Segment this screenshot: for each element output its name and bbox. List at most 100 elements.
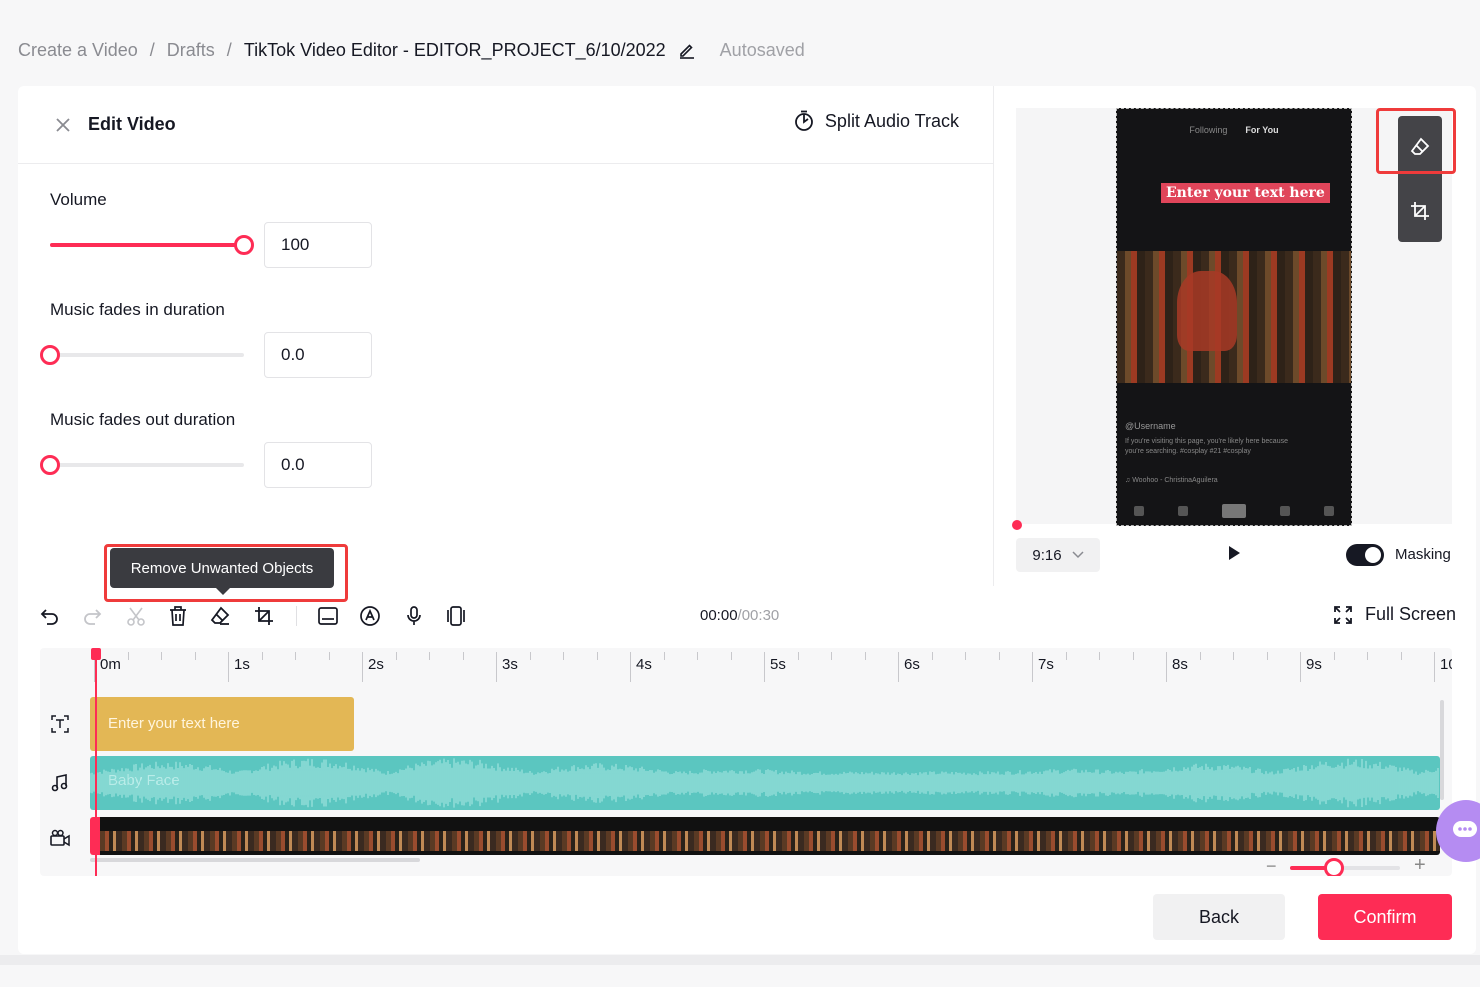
ruler-minor-tick (529, 652, 531, 660)
text-clip[interactable]: Enter your text here (90, 697, 354, 751)
phone-top-tabs: Following For You (1117, 125, 1351, 135)
timeline-zoom: − + (1266, 854, 1436, 876)
audio-clip[interactable]: Baby Face (90, 756, 1440, 810)
full-screen-button[interactable]: Full Screen (1333, 604, 1456, 625)
volume-slider[interactable] (50, 235, 254, 255)
text-overlay[interactable]: Enter your text here (1161, 183, 1330, 203)
crop-button[interactable] (252, 604, 276, 628)
edit-video-panel: Edit Video Split Audio Track Volume 100 … (18, 86, 994, 586)
ruler-tick-label: 4s (636, 656, 652, 673)
redo-button[interactable] (80, 604, 104, 628)
preview-position-marker (1012, 520, 1022, 530)
timeline-ruler[interactable]: 0m 1s 2s 3s 4s 5s 6s 7s 8s 9s 10 (90, 648, 1452, 688)
ruler-tick (1032, 652, 1033, 682)
zoom-slider-knob[interactable] (1324, 858, 1344, 876)
timeline[interactable]: 0m 1s 2s 3s 4s 5s 6s 7s 8s 9s 10 Enter your text h… (40, 648, 1452, 876)
volume-slider-fill (50, 243, 244, 247)
ruler-minor-tick (127, 652, 129, 660)
ruler-minor-tick (563, 652, 564, 660)
close-icon[interactable] (54, 116, 72, 134)
following-tab: Following (1189, 125, 1228, 135)
fade-in-slider[interactable] (40, 345, 244, 365)
ruler-minor-tick (328, 652, 330, 660)
panel-header: Edit Video Split Audio Track (18, 86, 993, 164)
waveform-path (90, 758, 1439, 808)
audio-waveform (90, 758, 1439, 808)
card-bottom-edge (0, 955, 1480, 965)
ruler-minor-tick (697, 652, 698, 660)
split-clip-button[interactable] (124, 604, 148, 628)
crop-tool[interactable] (1398, 184, 1442, 238)
playhead[interactable] (91, 648, 101, 876)
ruler-tick (228, 652, 229, 682)
ruler-minor-tick (1233, 652, 1234, 660)
full-screen-label: Full Screen (1364, 604, 1456, 624)
ruler-minor-tick (261, 652, 263, 660)
autosave-status: Autosaved (719, 39, 805, 60)
video-track-icon (50, 828, 70, 848)
ruler-minor-tick (1065, 652, 1067, 660)
ruler-tick-label: 10 (1440, 656, 1452, 673)
editor-card: Edit Video Split Audio Track Volume 100 … (18, 86, 1476, 954)
zoom-out-button[interactable]: − (1266, 856, 1277, 876)
ruler-minor-tick (1400, 652, 1402, 660)
confirm-button[interactable]: Confirm (1318, 894, 1452, 940)
layers-icon (447, 606, 465, 626)
zoom-in-button[interactable]: + (1414, 854, 1426, 876)
expand-icon (1334, 605, 1352, 624)
ruler-tick (1300, 652, 1301, 682)
ruler-tick-label: 5s (770, 656, 786, 673)
phone-preview[interactable]: Following For You Enter your text here @U… (1116, 108, 1352, 526)
fade-in-slider-knob[interactable] (40, 345, 60, 365)
play-button[interactable] (1226, 544, 1242, 567)
sticker-button[interactable] (358, 604, 382, 628)
aspect-ratio-select[interactable]: 9:16 (1016, 538, 1100, 572)
breadcrumb-drafts[interactable]: Drafts (167, 40, 215, 61)
ruler-minor-tick (462, 652, 464, 660)
inbox-icon (1280, 506, 1290, 516)
ruler-minor-tick (161, 652, 162, 660)
volume-input[interactable]: 100 (264, 222, 372, 268)
discover-icon (1178, 506, 1188, 516)
profile-icon (1324, 506, 1334, 516)
video-clip[interactable] (90, 817, 1440, 855)
fade-out-slider[interactable] (40, 455, 244, 475)
video-frame (1117, 251, 1351, 383)
ruler-tick (496, 652, 497, 682)
delete-button[interactable] (166, 604, 190, 628)
highlight-tooltip (104, 544, 348, 602)
subtitle-button[interactable] (316, 604, 340, 628)
remove-objects-button[interactable] (208, 604, 232, 628)
ruler-minor-tick (194, 652, 196, 660)
timeline-vertical-scrollbar[interactable] (1440, 700, 1444, 800)
ruler-tick-label: 1s (234, 656, 250, 673)
ruler-minor-tick (831, 652, 832, 660)
ruler-tick-label: 2s (368, 656, 384, 673)
breadcrumb-separator: / (226, 39, 232, 60)
ruler-minor-tick (1266, 652, 1268, 660)
pencil-icon[interactable] (678, 41, 696, 59)
zoom-slider[interactable] (1290, 858, 1400, 876)
eraser-icon (210, 606, 230, 625)
volume-slider-knob[interactable] (234, 235, 254, 255)
fade-in-input[interactable]: 0.0 (264, 332, 372, 378)
microphone-icon (407, 606, 421, 625)
ruler-tick-label: 7s (1038, 656, 1054, 673)
fade-out-input[interactable]: 0.0 (264, 442, 372, 488)
toolbar-divider (296, 606, 297, 626)
back-button[interactable]: Back (1153, 894, 1285, 940)
layers-button[interactable] (444, 604, 468, 628)
ruler-minor-tick (1367, 652, 1368, 660)
split-audio-track-button[interactable]: Split Audio Track (793, 110, 959, 132)
fade-out-slider-knob[interactable] (40, 455, 60, 475)
masking-toggle[interactable] (1346, 544, 1384, 566)
voiceover-button[interactable] (402, 604, 426, 628)
ruler-tick-label: 8s (1172, 656, 1188, 673)
timeline-horizontal-scrollbar[interactable] (90, 858, 420, 862)
undo-button[interactable] (38, 604, 62, 628)
for-you-tab: For You (1245, 125, 1279, 135)
ruler-minor-tick (295, 652, 296, 660)
breadcrumb-create-video[interactable]: Create a Video (18, 40, 138, 61)
scissors-icon (127, 607, 145, 626)
ruler-minor-tick (429, 652, 430, 660)
